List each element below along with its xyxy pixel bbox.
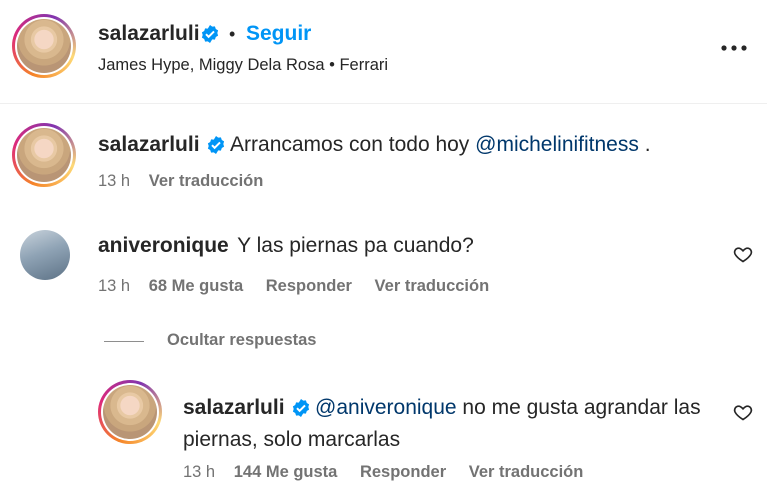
verified-badge-icon <box>291 398 311 418</box>
caption-avatar[interactable] <box>12 123 76 187</box>
follow-button[interactable]: Seguir <box>246 22 311 46</box>
reply-reply-button[interactable]: Responder <box>360 463 446 481</box>
reply-time[interactable]: 13 h <box>183 463 215 481</box>
reply-username[interactable]: salazarluli <box>183 396 285 419</box>
caption-meta: 13 h Ver traducción <box>98 172 263 191</box>
header-username[interactable]: salazarluli <box>98 22 200 46</box>
caption-username[interactable]: salazarluli <box>98 133 200 156</box>
reply-text: salazarluli @aniveronique no me gusta ag… <box>183 393 701 457</box>
verified-badge-icon <box>200 24 220 44</box>
reply-body-line2: piernas, solo marcarlas <box>183 428 401 451</box>
header-avatar[interactable] <box>12 14 76 78</box>
hide-replies-line <box>104 341 144 342</box>
reply-meta: 13 h 144 Me gusta Responder Ver traducci… <box>183 463 583 482</box>
comment-avatar[interactable] <box>20 230 70 280</box>
heart-icon[interactable] <box>733 244 753 264</box>
comment-meta: 13 h 68 Me gusta Responder Ver traducció… <box>98 277 489 296</box>
comment-translate-button[interactable]: Ver traducción <box>375 277 490 295</box>
comment-time[interactable]: 13 h <box>98 277 130 295</box>
reply-translate-button[interactable]: Ver traducción <box>469 463 584 481</box>
hide-replies-button[interactable]: Ocultar respuestas <box>167 331 316 350</box>
caption-time[interactable]: 13 h <box>98 172 130 190</box>
caption-translate-button[interactable]: Ver traducción <box>149 172 264 190</box>
caption-body: Arrancamos con todo hoy <box>230 133 476 156</box>
header-separator: • <box>229 24 236 44</box>
reply-body-line1: no me gusta agrandar las <box>456 396 701 419</box>
caption-text: salazarluli Arrancamos con todo hoy @mic… <box>98 133 651 159</box>
audio-label[interactable]: James Hype, Miggy Dela Rosa • Ferrari <box>98 56 388 75</box>
comment-reply-button[interactable]: Responder <box>266 277 352 295</box>
verified-badge-icon <box>206 135 226 155</box>
reply-mention-link[interactable]: @aniveronique <box>315 396 457 419</box>
reply-avatar[interactable] <box>98 380 162 444</box>
caption-mention-link[interactable]: @michelinifitness <box>475 133 639 156</box>
more-options-icon[interactable] <box>720 38 748 58</box>
caption-trailing: . <box>638 133 651 156</box>
comment-text: aniveronique Y las piernas pa cuando? <box>98 234 474 258</box>
header-divider <box>0 103 767 104</box>
post-header: salazarluli • Seguir James Hype, Miggy D… <box>0 0 767 103</box>
comment-likes[interactable]: 68 Me gusta <box>149 277 243 295</box>
reply-likes[interactable]: 144 Me gusta <box>234 463 338 481</box>
comment-body: Y las piernas pa cuando? <box>237 234 474 257</box>
comment-username[interactable]: aniveronique <box>98 234 229 257</box>
heart-icon[interactable] <box>733 402 753 422</box>
